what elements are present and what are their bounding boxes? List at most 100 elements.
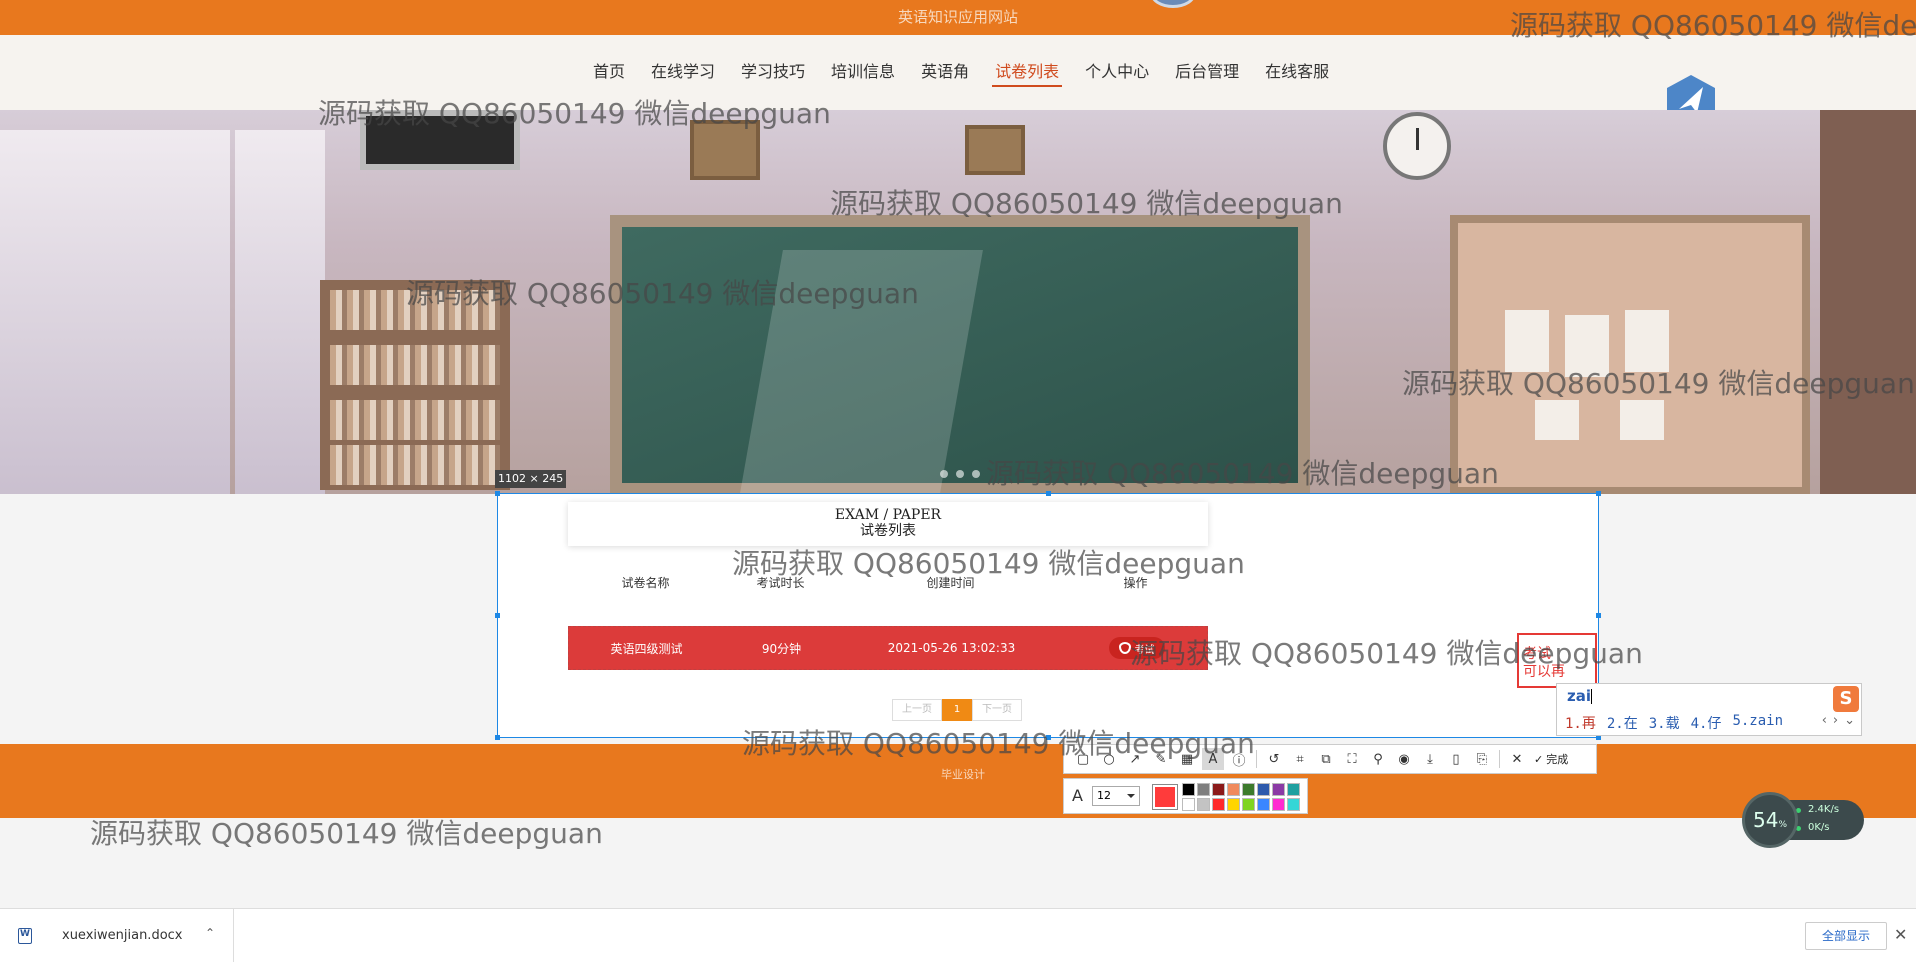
color-swatch[interactable] [1272, 783, 1285, 796]
chevron-up-icon[interactable]: ⌃ [205, 926, 215, 940]
color-swatch[interactable] [1212, 798, 1225, 811]
color-swatch[interactable] [1227, 783, 1240, 796]
resize-handle[interactable] [495, 613, 500, 618]
top-header-bar: 英语知识应用网站 [0, 0, 1916, 35]
nav-item-user-center[interactable]: 个人中心 [1072, 61, 1162, 87]
font-size-select[interactable]: 12 [1092, 786, 1140, 806]
resize-handle[interactable] [1046, 735, 1051, 740]
chevron-right-icon[interactable]: › [1833, 713, 1838, 728]
scan-icon[interactable]: ⛶ [1341, 748, 1363, 770]
shield-icon [1118, 642, 1131, 654]
record-icon[interactable]: ◉ [1393, 748, 1415, 770]
rect-icon[interactable]: ▢ [1072, 748, 1094, 770]
download-item[interactable]: xuexiwenjian.docx ⌃ [0, 909, 234, 962]
nav-item-customer-service[interactable]: 在线客服 [1252, 61, 1342, 87]
close-icon[interactable]: ✕ [1506, 748, 1528, 770]
memory-usage-gauge: 54% [1742, 792, 1798, 848]
color-swatch[interactable] [1182, 798, 1195, 811]
color-swatch[interactable] [1257, 783, 1270, 796]
color-swatch[interactable] [1287, 783, 1300, 796]
next-page-button[interactable]: 下一页 [972, 699, 1022, 721]
number-icon[interactable]: ⓘ [1228, 748, 1250, 770]
resize-handle[interactable] [495, 491, 500, 496]
page-number-button[interactable]: 1 [942, 699, 972, 721]
carousel-indicators[interactable] [940, 470, 980, 478]
color-swatch[interactable] [1272, 798, 1285, 811]
table-header: 试卷名称 考试时长 创建时间 操作 [568, 572, 1208, 592]
network-speed-widget[interactable]: 2.4K/s 0K/s 54% [1742, 792, 1864, 848]
cell-action: 考试 [1064, 627, 1209, 669]
word-document-icon [18, 928, 32, 944]
upload-speed: 2.4K/s [1808, 804, 1840, 815]
bookmark-icon[interactable]: ⎘ [1471, 748, 1493, 770]
color-swatch[interactable] [1182, 783, 1195, 796]
arrow-icon[interactable]: ↗ [1124, 748, 1146, 770]
start-exam-button[interactable]: 考试 [1108, 637, 1165, 659]
sogou-logo-icon[interactable]: S [1833, 686, 1859, 712]
nav-item-exam-list[interactable]: 试卷列表 [982, 61, 1072, 87]
ime-candidate[interactable]: 4.仔 [1691, 713, 1722, 733]
color-swatch[interactable] [1197, 798, 1210, 811]
column-header-duration: 考试时长 [756, 575, 805, 590]
close-icon[interactable]: ✕ [1894, 925, 1907, 944]
color-swatch[interactable] [1242, 798, 1255, 811]
show-all-button[interactable]: 全部显示 [1805, 922, 1887, 950]
color-swatch[interactable] [1227, 798, 1240, 811]
window-left [0, 130, 230, 494]
capture-selection[interactable]: EXAM / PAPER 试卷列表 试卷名称 考试时长 创建时间 操作 英语四级… [495, 491, 1601, 740]
nav-item-home[interactable]: 首页 [580, 61, 638, 87]
nav-item-study-tips[interactable]: 学习技巧 [728, 61, 818, 87]
ime-candidate[interactable]: 2.在 [1607, 713, 1638, 733]
bookshelf-row [330, 290, 500, 330]
nav-item-online-learning[interactable]: 在线学习 [638, 61, 728, 87]
color-swatch[interactable] [1257, 798, 1270, 811]
phone-icon[interactable]: ▯ [1445, 748, 1467, 770]
pagination: 上一页 1 下一页 [892, 699, 1022, 721]
current-color-swatch[interactable] [1152, 784, 1178, 810]
done-label: 完成 [1546, 753, 1569, 766]
notice-paper [1565, 315, 1609, 377]
font-size-value: 12 [1097, 789, 1111, 802]
undo-icon[interactable]: ↺ [1263, 748, 1285, 770]
ime-candidate[interactable]: 1.再 [1565, 713, 1596, 733]
carousel-dot[interactable] [940, 470, 948, 478]
pin-icon[interactable]: ⚲ [1367, 748, 1389, 770]
current-color-fill [1155, 787, 1175, 807]
ime-candidate[interactable]: 3.载 [1649, 713, 1680, 733]
toolbar-divider [1256, 750, 1257, 768]
color-swatch[interactable] [1212, 783, 1225, 796]
pen-icon[interactable]: ✎ [1150, 748, 1172, 770]
toolbar-divider [1499, 750, 1500, 768]
chevron-down-icon[interactable]: ⌄ [1844, 713, 1855, 728]
resize-handle[interactable] [1596, 491, 1601, 496]
ime-candidate[interactable]: 5.zain [1732, 713, 1783, 733]
footer-text: 毕业设计 [941, 768, 985, 781]
nav-item-english-corner[interactable]: 英语角 [908, 61, 982, 87]
download-speed: 0K/s [1808, 822, 1830, 833]
ellipse-icon[interactable]: ○ [1098, 748, 1120, 770]
chevron-left-icon[interactable]: ‹ [1822, 713, 1827, 728]
resize-handle[interactable] [1596, 613, 1601, 618]
color-palette [1182, 783, 1300, 811]
crop-icon[interactable]: ⌗ [1289, 748, 1311, 770]
text-annotation-box[interactable]: 考试 可以再 [1517, 633, 1597, 688]
text-icon[interactable]: A [1202, 748, 1224, 770]
resize-handle[interactable] [495, 735, 500, 740]
carousel-dot[interactable] [956, 470, 964, 478]
nav-item-admin[interactable]: 后台管理 [1162, 61, 1252, 87]
carousel-dot[interactable] [972, 470, 980, 478]
color-swatch[interactable] [1242, 783, 1255, 796]
download-icon[interactable]: ⤓ [1419, 748, 1441, 770]
color-swatch[interactable] [1197, 783, 1210, 796]
resize-handle[interactable] [1046, 491, 1051, 496]
table-row[interactable]: 英语四级测试 90分钟 2021-05-26 13:02:33 考试 [568, 626, 1208, 670]
nav-item-training-info[interactable]: 培训信息 [818, 61, 908, 87]
ime-candidate-list: 1.再 2.在 3.载 4.仔 5.zain [1565, 713, 1783, 733]
mosaic-icon[interactable]: ▦ [1176, 748, 1198, 770]
wall-clock [1383, 112, 1451, 180]
ocr-icon[interactable]: ⧉ [1315, 748, 1337, 770]
nav-menu: 首页 在线学习 学习技巧 培训信息 英语角 试卷列表 个人中心 后台管理 在线客… [580, 61, 1342, 87]
prev-page-button[interactable]: 上一页 [892, 699, 942, 721]
color-swatch[interactable] [1287, 798, 1300, 811]
done-button[interactable]: ✓ 完成 [1534, 751, 1568, 767]
